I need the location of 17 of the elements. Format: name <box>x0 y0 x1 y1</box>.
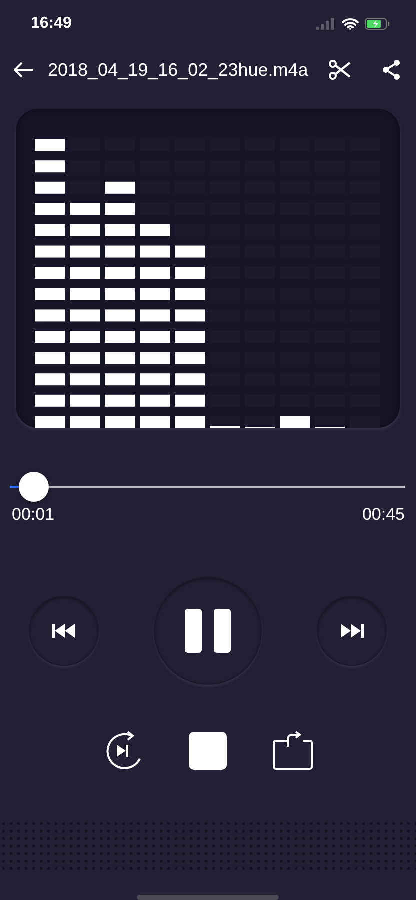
back-button[interactable] <box>14 62 34 78</box>
pause-icon <box>185 608 231 653</box>
elapsed-time: 00:01 <box>12 504 55 525</box>
progress-slider[interactable] <box>10 472 405 502</box>
skip-forward-icon <box>339 622 365 639</box>
stop-button[interactable] <box>189 732 227 770</box>
share-button[interactable] <box>382 59 402 82</box>
wifi-icon <box>342 18 359 30</box>
battery-icon <box>365 18 390 30</box>
skip-back-icon <box>51 622 77 639</box>
status-time: 16:49 <box>31 15 72 34</box>
slider-thumb[interactable] <box>18 472 49 502</box>
repeat-icon[interactable] <box>272 730 314 771</box>
total-time: 00:45 <box>362 504 405 525</box>
signal-icon <box>316 18 336 30</box>
file-title: 2018_04_19_16_02_23hue.m4a <box>48 60 310 81</box>
scissors-button[interactable] <box>328 59 352 82</box>
